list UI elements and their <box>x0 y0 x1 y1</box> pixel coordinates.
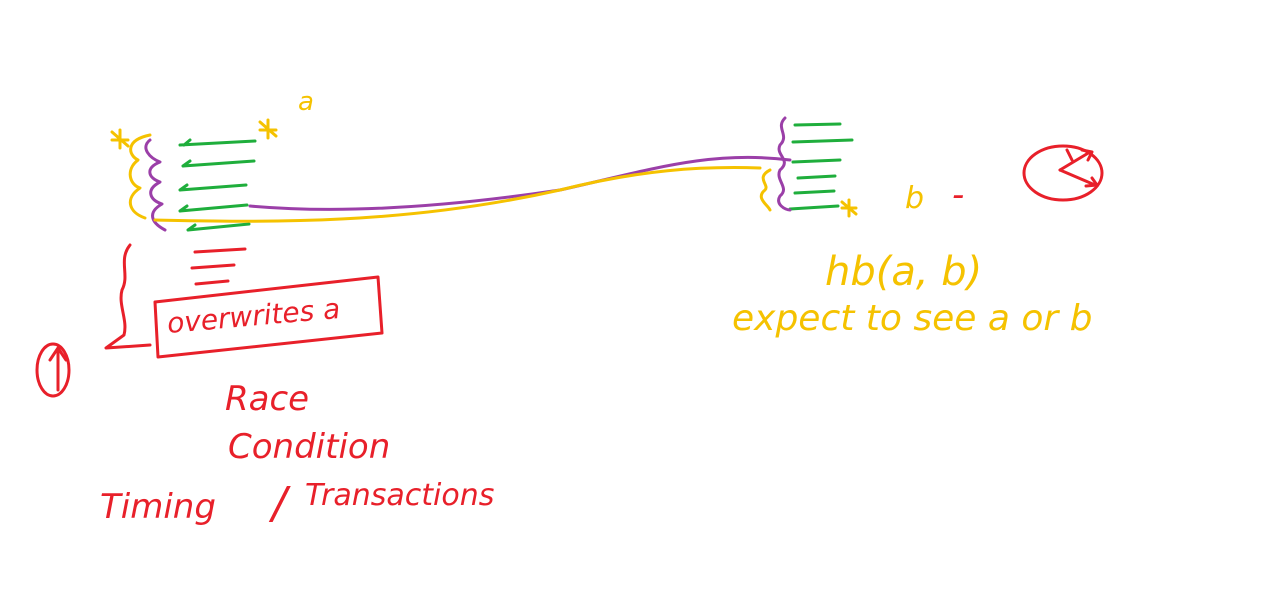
red-brace <box>104 243 152 350</box>
yellow-connector <box>153 166 762 223</box>
slash-label: / <box>268 478 291 529</box>
clock-icon <box>1022 144 1104 202</box>
a-label: a <box>298 87 314 117</box>
expectation-label: expect to see a or b <box>732 298 1093 339</box>
b-label: b <box>905 181 924 216</box>
transactions-label: Transactions <box>305 478 494 513</box>
up-arrow-icon <box>35 342 71 398</box>
left-purple-squiggle <box>144 138 167 232</box>
right-yellow-squiggle <box>759 168 772 212</box>
left-green-lines <box>178 138 257 232</box>
left-red-lines <box>190 247 247 286</box>
right-purple-squiggle <box>777 116 792 212</box>
whiteboard-canvas: overwrites a a b - hb(a, b) expect to se… <box>35 87 1104 529</box>
right-green-lines <box>788 122 854 211</box>
timing-label: Timing <box>100 487 216 527</box>
happens-before-label: hb(a, b) <box>825 249 982 295</box>
purple-connector <box>248 155 792 211</box>
b-dash: - <box>952 175 964 215</box>
race-label: Race <box>225 379 309 419</box>
condition-label: Condition <box>228 427 390 467</box>
